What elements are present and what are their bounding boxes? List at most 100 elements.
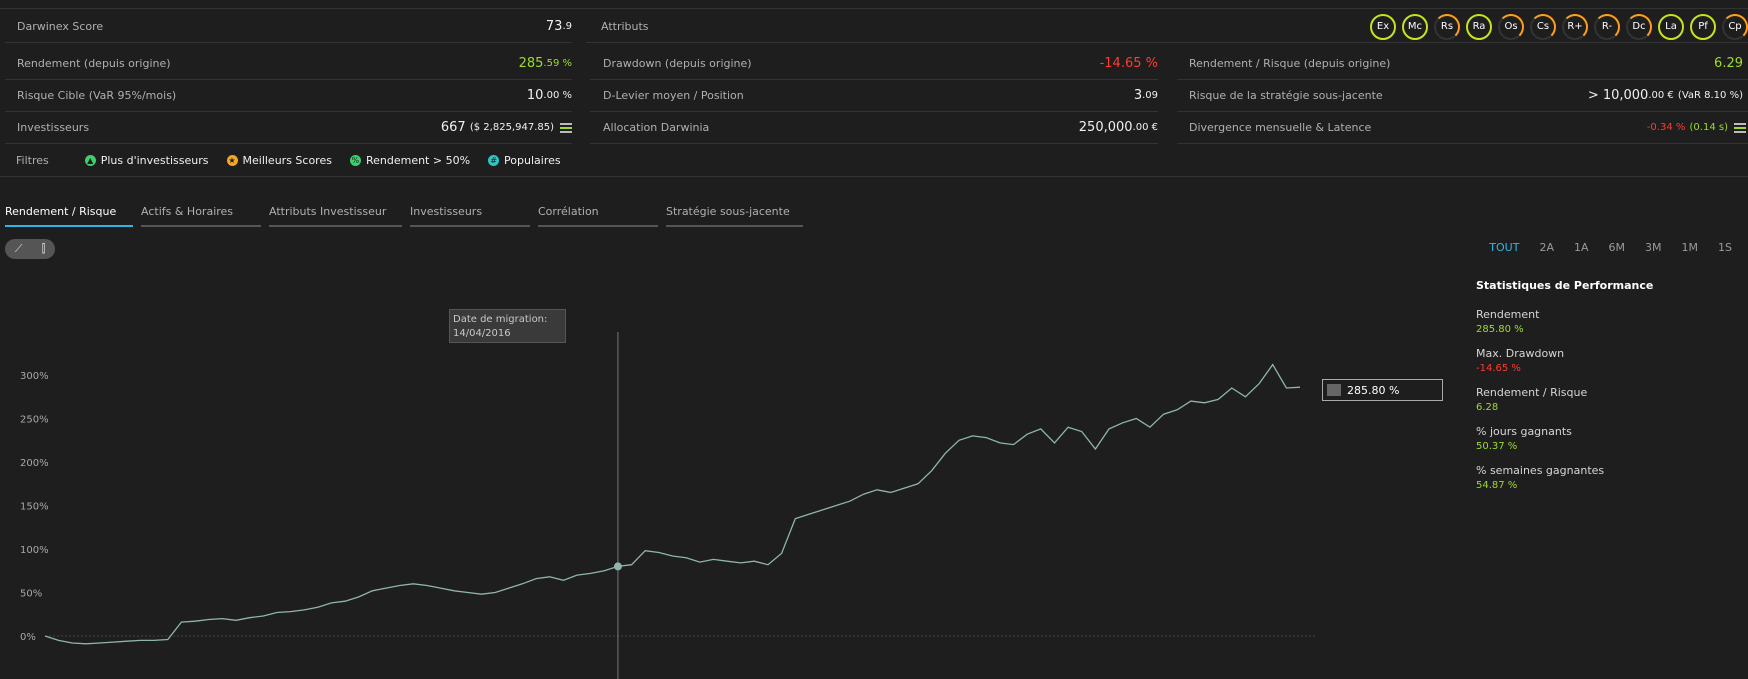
y-tick-label: 100% [20,545,49,556]
range-1m[interactable]: 1M [1682,241,1699,254]
investisseurs-value: 667 ($ 2,825,947.85) [441,120,572,135]
tab-rendement-risque[interactable]: Rendement / Risque [5,205,133,227]
divergence-label: Divergence mensuelle & Latence [1189,121,1372,134]
attributs-row: Attributs Ex Mc Rs Ra Os Cs R+ R- Dc La Pf Cp [586,11,1748,43]
tab-correlation[interactable]: Corrélation [538,205,658,227]
rendement-row: Rendement (depuis origine) 285.59 % [5,48,572,80]
filter-meilleurs-scores[interactable]: ★ Meilleurs Scores [226,154,332,167]
filter-rendement-50[interactable]: % Rendement > 50% [349,154,470,167]
migration-point [613,562,622,571]
drawdown-row: Drawdown (depuis origine) -14.65 % [590,48,1158,80]
stat-value: -14.65 % [1476,363,1521,374]
stat-item: % jours gagnants 50.37 % [1476,425,1736,452]
rendement-value: 285.59 % [518,56,572,71]
risque-strat-value: > 10,000.00 € (VaR 8.10 %) [1587,88,1743,103]
allocation-label: Allocation Darwinia [603,121,710,134]
line-chart-icon[interactable]: ⟋ [15,242,23,256]
performance-stats: Statistiques de Performance Rendement 285… [1476,279,1736,503]
levier-label: D-Levier moyen / Position [603,89,744,102]
tab-investisseurs[interactable]: Investisseurs [410,205,530,227]
hashtag-badge-icon: # [488,154,500,166]
attributs-label: Attributs [601,20,649,33]
attribute-rminus-icon[interactable]: R- [1594,13,1620,40]
attribute-pf-icon[interactable]: Pf [1690,13,1716,40]
tab-attributs-investisseur[interactable]: Attributs Investisseur [269,205,402,227]
drawdown-label: Drawdown (depuis origine) [603,57,752,70]
rend-risque-row: Rendement / Risque (depuis origine) 6.29 [1177,48,1748,80]
attribute-rs-icon[interactable]: Rs [1434,13,1460,40]
time-range-selector: TOUT 2A 1A 6M 3M 1M 1S [1489,241,1732,254]
y-tick-label: 200% [20,458,49,469]
attribute-icons: Ex Mc Rs Ra Os Cs R+ R- Dc La Pf Cp [1370,13,1748,40]
candle-chart-icon[interactable]: ⫿ [42,242,46,256]
range-1s[interactable]: 1S [1718,241,1732,254]
attribute-la-icon[interactable]: La [1658,13,1684,40]
performance-line [44,363,1301,645]
top-divider [0,8,1748,9]
investisseurs-bars-icon[interactable] [560,122,572,133]
divergence-row: Divergence mensuelle & Latence -0.34 % (… [1177,112,1748,144]
investisseurs-row: Investisseurs 667 ($ 2,825,947.85) [5,112,572,144]
stat-value: 6.28 [1476,402,1499,413]
risque-strat-label: Risque de la stratégie sous-jacente [1189,89,1383,102]
stat-item: Rendement / Risque 6.28 [1476,386,1736,413]
risque-cible-row: Risque Cible (VaR 95%/mois) 10.00 % [5,80,572,112]
chart-view-toggle[interactable]: ⟋ ⫿ [5,239,55,259]
range-6m[interactable]: 6M [1609,241,1626,254]
attribute-dc-icon[interactable]: Dc [1626,13,1652,40]
percent-badge-icon: % [349,154,361,166]
drawdown-value: -14.65 % [1099,56,1158,71]
range-tout[interactable]: TOUT [1489,241,1519,254]
levier-row: D-Levier moyen / Position 3.09 [590,80,1158,112]
y-tick-label: 0% [20,632,36,643]
risque-strat-row: Risque de la stratégie sous-jacente > 10… [1177,80,1748,112]
stat-value: 50.37 % [1476,441,1518,452]
y-tick-label: 150% [20,502,49,513]
filters-divider [0,176,1748,177]
stat-item: % semaines gagnantes 54.87 % [1476,464,1736,491]
stat-item: Rendement 285.80 % [1476,308,1736,335]
range-1a[interactable]: 1A [1574,241,1589,254]
tab-strategie-sous-jacente[interactable]: Stratégie sous-jacente [666,205,803,227]
risque-cible-label: Risque Cible (VaR 95%/mois) [17,89,177,102]
stats-title: Statistiques de Performance [1476,279,1654,292]
stat-label: Rendement [1476,308,1540,321]
migration-tooltip: Date de migration: 14/04/2016 [449,309,566,343]
stat-label: % semaines gagnantes [1476,464,1605,477]
stat-label: % jours gagnants [1476,425,1572,438]
allocation-value: 250,000.00 € [1078,120,1158,135]
range-3m[interactable]: 3M [1645,241,1662,254]
series-swatch [1327,384,1341,396]
tab-actifs-horaires[interactable]: Actifs & Horaires [141,205,261,227]
attribute-mc-icon[interactable]: Mc [1402,13,1428,40]
rend-risque-value: 6.29 [1714,56,1743,71]
y-tick-label: 250% [20,415,49,426]
current-value-label: 285.80 % [1322,379,1443,401]
range-2a[interactable]: 2A [1539,241,1554,254]
attribute-rplus-icon[interactable]: R+ [1562,13,1588,40]
investors-badge-icon: ▲ [84,154,96,166]
filter-populaires[interactable]: # Populaires [488,154,561,167]
attribute-ex-icon[interactable]: Ex [1370,13,1396,40]
levier-value: 3.09 [1133,88,1158,103]
darwinex-score-value: 73.9 [545,19,572,34]
attribute-cp-icon[interactable]: Cp [1722,13,1748,40]
stat-item: Max. Drawdown -14.65 % [1476,347,1736,374]
stat-label: Rendement / Risque [1476,386,1588,399]
rend-risque-label: Rendement / Risque (depuis origine) [1189,57,1391,70]
y-tick-label: 300% [20,371,49,382]
filter-plus-investisseurs[interactable]: ▲ Plus d'investisseurs [84,154,209,167]
performance-chart: 0% 50% 100% 150% 200% 250% 300% [20,332,1315,679]
investisseurs-label: Investisseurs [17,121,90,134]
risque-cible-value: 10.00 % [526,88,572,103]
filters-label: Filtres [16,153,49,167]
attribute-os-icon[interactable]: Os [1498,13,1524,40]
allocation-row: Allocation Darwinia 250,000.00 € [590,112,1158,144]
attribute-cs-icon[interactable]: Cs [1530,13,1556,40]
stat-label: Max. Drawdown [1476,347,1565,360]
divergence-bars-icon[interactable] [1734,122,1746,133]
y-tick-label: 50% [20,589,42,600]
attribute-ra-icon[interactable]: Ra [1466,13,1492,40]
divergence-value: -0.34 % (0.14 s) [1647,120,1746,135]
darwinex-score-row: Darwinex Score 73.9 [5,11,572,43]
